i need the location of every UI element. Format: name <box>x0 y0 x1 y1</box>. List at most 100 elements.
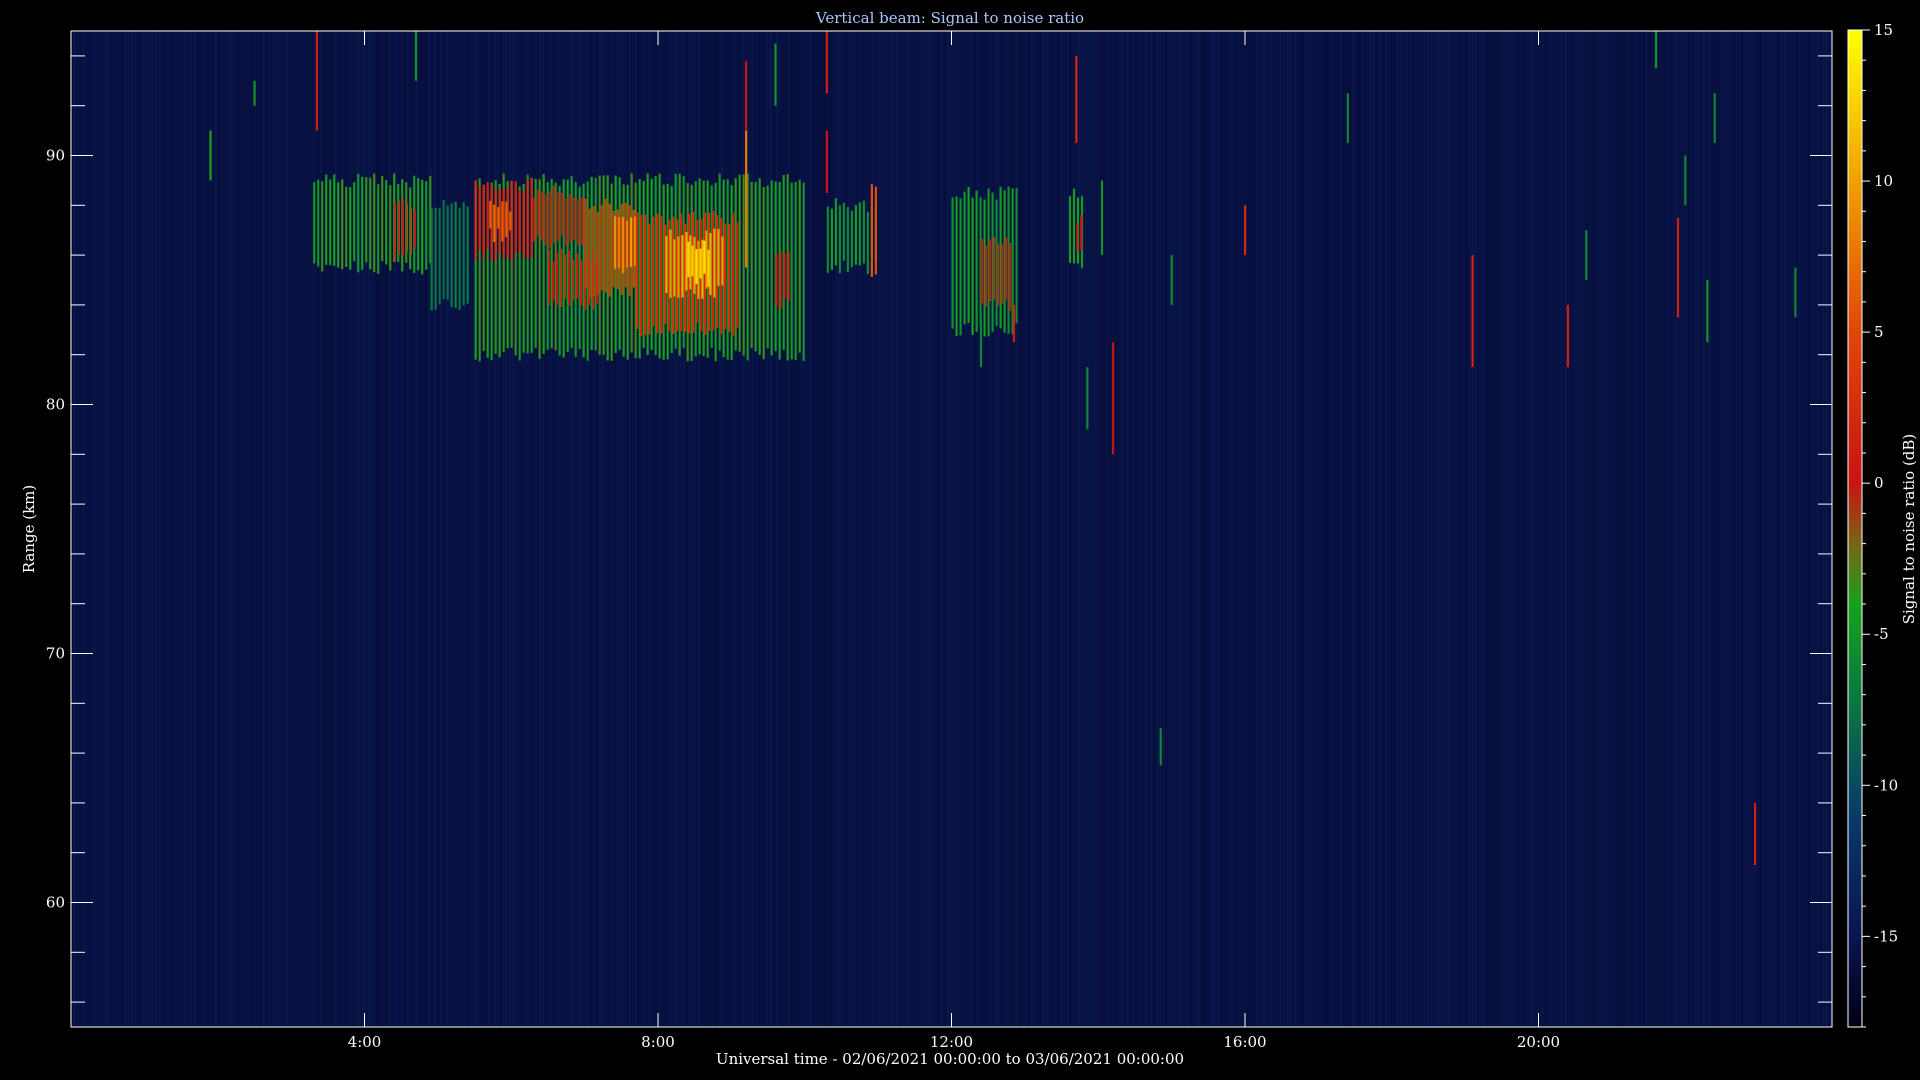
snr-column <box>1214 31 1216 1027</box>
snr-column <box>548 31 550 1027</box>
snr-column <box>1556 31 1558 1027</box>
snr-column <box>893 31 895 1027</box>
echo-strip <box>770 180 773 356</box>
y-tick-label: 70 <box>46 645 65 663</box>
echo-strip <box>617 217 621 269</box>
snr-column <box>260 31 262 1027</box>
snr-column <box>1799 31 1801 1027</box>
snr-column <box>1583 31 1585 1027</box>
snr-column <box>635 31 637 1027</box>
echo-strip <box>567 250 571 306</box>
echo-strip <box>697 240 700 299</box>
snr-column <box>1172 31 1174 1027</box>
echo-strip <box>321 181 324 272</box>
snr-column <box>836 31 838 1027</box>
echo-strip <box>988 239 992 302</box>
snr-column <box>1568 31 1570 1027</box>
echo-strip <box>963 191 966 325</box>
snr-column <box>1352 31 1354 1027</box>
snr-column <box>1538 31 1540 1027</box>
snr-column <box>884 31 886 1027</box>
snr-column <box>1781 31 1783 1027</box>
snr-column <box>1751 31 1753 1027</box>
snr-column <box>1097 31 1099 1027</box>
snr-column <box>1217 31 1219 1027</box>
snr-column <box>101 31 103 1027</box>
snr-column <box>1058 31 1060 1027</box>
echo-strip <box>377 184 380 274</box>
echo-streak <box>1075 55 1078 144</box>
echo-strip <box>975 190 978 332</box>
snr-column <box>872 31 874 1027</box>
snr-column <box>1205 31 1207 1027</box>
snr-column <box>1034 31 1036 1027</box>
echo-strip <box>561 192 564 236</box>
snr-column <box>1055 31 1057 1027</box>
snr-column <box>1028 31 1030 1027</box>
snr-column <box>677 31 679 1027</box>
snr-column <box>1544 31 1546 1027</box>
echo-strip <box>361 176 364 270</box>
echo-strip <box>592 205 595 297</box>
snr-column <box>110 31 112 1027</box>
snr-column <box>1637 31 1639 1027</box>
echo-strip <box>762 186 765 360</box>
snr-column <box>1433 31 1435 1027</box>
echo-strip <box>337 182 340 268</box>
snr-column <box>692 31 694 1027</box>
snr-column <box>560 31 562 1027</box>
echo-strip <box>866 211 869 275</box>
snr-column <box>1718 31 1720 1027</box>
snr-column <box>1526 31 1528 1027</box>
snr-column <box>842 31 844 1027</box>
echo-streak <box>825 31 828 94</box>
snr-column <box>1595 31 1597 1027</box>
snr-column <box>887 31 889 1027</box>
snr-column <box>389 31 391 1027</box>
echo-strip <box>438 207 441 305</box>
snr-column <box>575 31 577 1027</box>
echo-strip <box>802 182 805 362</box>
echo-strip <box>677 236 680 298</box>
snr-column <box>1664 31 1666 1027</box>
snr-column <box>1259 31 1261 1027</box>
snr-column <box>128 31 130 1027</box>
echo-streak <box>825 130 828 193</box>
snr-column <box>890 31 892 1027</box>
snr-column <box>1457 31 1459 1027</box>
echo-strip <box>691 245 694 277</box>
snr-column <box>230 31 232 1027</box>
echo-strip <box>695 249 698 285</box>
snr-column <box>1412 31 1414 1027</box>
echo-strip <box>357 173 360 273</box>
snr-column <box>80 31 82 1027</box>
snr-column <box>1754 31 1756 1027</box>
echo-strip <box>790 182 793 360</box>
x-tick-label: 16:00 <box>1223 1033 1266 1051</box>
snr-column <box>1463 31 1465 1027</box>
snr-column <box>584 31 586 1027</box>
echo-strip <box>643 214 647 336</box>
snr-column <box>1601 31 1603 1027</box>
echo-strip <box>501 201 504 242</box>
snr-column <box>938 31 940 1027</box>
snr-column <box>773 31 775 1027</box>
echo-strip <box>709 233 712 296</box>
echo-strip <box>345 186 348 268</box>
echo-strip <box>731 212 735 337</box>
echo-strip <box>655 213 659 334</box>
snr-column <box>791 31 793 1027</box>
echo-streak <box>315 31 319 131</box>
snr-column <box>554 31 556 1027</box>
echo-strip <box>669 229 672 298</box>
snr-column <box>968 31 970 1027</box>
snr-column <box>167 31 169 1027</box>
snr-column <box>203 31 205 1027</box>
snr-column <box>626 31 628 1027</box>
x-axis-label: Universal time - 02/06/2021 00:00:00 to … <box>716 1050 1184 1068</box>
echo-strip <box>681 235 684 298</box>
snr-column <box>731 31 733 1027</box>
snr-column <box>1355 31 1357 1027</box>
echo-streak <box>1585 230 1588 280</box>
snr-column <box>338 31 340 1027</box>
